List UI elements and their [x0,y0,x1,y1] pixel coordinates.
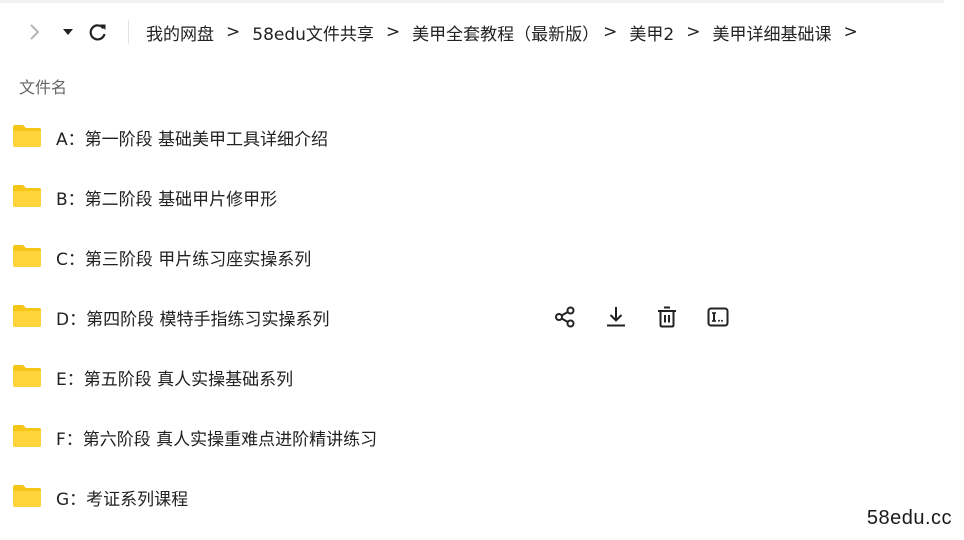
trash-icon [658,306,676,328]
folder-icon [13,485,41,507]
file-list: A：第一阶段 基础美甲工具详细介绍 B：第二阶段 基础甲片修甲形 C：第三阶段 … [0,107,964,527]
top-divider [0,0,944,3]
folder-icon [13,125,41,147]
breadcrumb-item-my-drive[interactable]: 我的网盘 [146,20,214,45]
breadcrumb-separator: > [226,22,241,42]
delete-button[interactable] [654,304,680,330]
share-icon [555,306,575,328]
file-row[interactable]: F：第六阶段 真人实操重难点进阶精讲练习 [0,407,964,467]
file-row-hovered[interactable]: D：第四阶段 模特手指练习实操系列 [0,287,964,347]
file-name: F：第六阶段 真人实操重难点进阶精讲练习 [56,429,378,450]
file-name: A：第一阶段 基础美甲工具详细介绍 [56,129,329,150]
breadcrumb: 我的网盘 > 58edu文件共享 > 美甲全套教程（最新版） > 美甲2 > 美… [146,14,870,50]
toolbar-divider [128,20,129,44]
watermark: 58edu.cc [866,507,952,529]
back-button[interactable] [22,20,46,44]
file-name: C：第三阶段 甲片练习座实操系列 [56,249,312,270]
refresh-button[interactable] [86,20,110,44]
file-row[interactable]: B：第二阶段 基础甲片修甲形 [0,167,964,227]
toolbar: 我的网盘 > 58edu文件共享 > 美甲全套教程（最新版） > 美甲2 > 美… [0,14,964,50]
breadcrumb-separator: > [603,22,618,42]
folder-icon [13,425,41,447]
file-row[interactable]: C：第三阶段 甲片练习座实操系列 [0,227,964,287]
column-header-filename[interactable]: 文件名 [19,74,67,98]
breadcrumb-item-part2[interactable]: 美甲2 [629,20,674,45]
caret-down-icon [63,29,73,35]
breadcrumb-item-current[interactable]: 美甲详细基础课 [712,20,831,45]
folder-icon [13,365,41,387]
breadcrumb-separator: > [686,22,701,42]
file-name: B：第二阶段 基础甲片修甲形 [56,189,278,210]
file-name: E：第五阶段 真人实操基础系列 [56,369,294,390]
row-actions [552,304,756,330]
breadcrumb-separator: > [385,22,401,42]
download-button[interactable] [603,304,629,330]
breadcrumb-item-course[interactable]: 美甲全套教程（最新版） [412,20,599,45]
file-name: D：第四阶段 模特手指练习实操系列 [56,309,330,330]
download-icon [607,307,625,327]
rename-icon [707,307,729,327]
breadcrumb-separator: > [843,22,858,42]
chevron-right-icon [30,24,40,40]
file-browser: 我的网盘 > 58edu文件共享 > 美甲全套教程（最新版） > 美甲2 > 美… [0,0,964,540]
rename-button[interactable] [705,304,731,330]
file-row[interactable]: G：考证系列课程 [0,467,964,527]
folder-icon [13,305,41,327]
file-row[interactable]: E：第五阶段 真人实操基础系列 [0,347,964,407]
file-row[interactable]: A：第一阶段 基础美甲工具详细介绍 [0,107,964,167]
folder-icon [13,185,41,207]
refresh-icon [89,24,106,41]
folder-icon [13,245,41,267]
history-dropdown-button[interactable] [56,20,80,44]
file-name: G：考证系列课程 [56,489,189,510]
breadcrumb-item-shared[interactable]: 58edu文件共享 [252,20,374,45]
share-button[interactable] [552,304,578,330]
